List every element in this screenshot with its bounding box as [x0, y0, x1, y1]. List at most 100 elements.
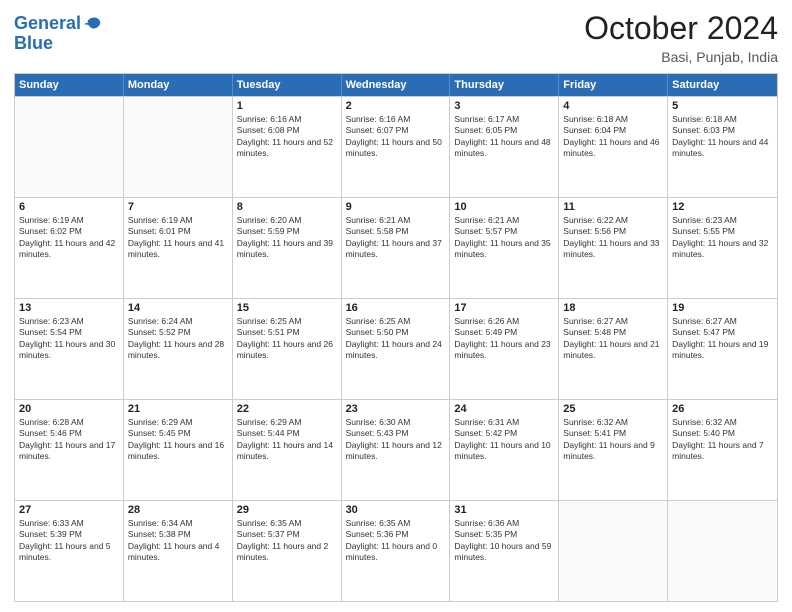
cell-info: Sunrise: 6:18 AM Sunset: 6:04 PM Dayligh…	[563, 114, 663, 160]
day-number: 28	[128, 504, 228, 516]
cal-cell-3-1: 21Sunrise: 6:29 AM Sunset: 5:45 PM Dayli…	[124, 400, 233, 500]
cal-cell-1-4: 10Sunrise: 6:21 AM Sunset: 5:57 PM Dayli…	[450, 198, 559, 298]
cal-cell-3-6: 26Sunrise: 6:32 AM Sunset: 5:40 PM Dayli…	[668, 400, 777, 500]
cal-cell-4-1: 28 Sunrise: 6:34 AM Sunset: 5:38 PM Dayli…	[124, 501, 233, 601]
cell-info: Sunrise: 6:18 AM Sunset: 6:03 PM Dayligh…	[672, 114, 773, 160]
cell-info: Sunrise: 6:23 AM Sunset: 5:55 PM Dayligh…	[672, 215, 773, 261]
day-number: 8	[237, 201, 337, 213]
logo-text2: Blue	[14, 34, 103, 54]
title-block: October 2024 Basi, Punjab, India	[584, 10, 778, 65]
calendar-body: 1 Sunrise: 6:16 AM Sunset: 6:08 PM Daylig…	[15, 96, 777, 601]
day-number: 23	[346, 403, 446, 415]
day-number: 2	[346, 100, 446, 112]
day-number: 18	[563, 302, 663, 314]
day-number: 26	[672, 403, 773, 415]
cell-info: Sunrise: 6:32 AM Sunset: 5:41 PM Dayligh…	[563, 417, 663, 463]
cell-info: Sunrise: 6:23 AM Sunset: 5:54 PM Dayligh…	[19, 316, 119, 362]
day-number: 27	[19, 504, 119, 516]
weekday-sunday: Sunday	[15, 74, 124, 96]
cal-cell-2-0: 13 Sunrise: 6:23 AM Sunset: 5:54 PM Dayli…	[15, 299, 124, 399]
day-number: 24	[454, 403, 554, 415]
cal-cell-1-3: 9Sunrise: 6:21 AM Sunset: 5:58 PM Daylig…	[342, 198, 451, 298]
cell-info: Sunrise: 6:30 AM Sunset: 5:43 PM Dayligh…	[346, 417, 446, 463]
cal-cell-1-5: 11 Sunrise: 6:22 AM Sunset: 5:56 PM Dayli…	[559, 198, 668, 298]
calendar: Sunday Monday Tuesday Wednesday Thursday…	[14, 73, 778, 602]
day-number: 7	[128, 201, 228, 213]
cell-info: Sunrise: 6:31 AM Sunset: 5:42 PM Dayligh…	[454, 417, 554, 463]
cell-info: Sunrise: 6:27 AM Sunset: 5:47 PM Dayligh…	[672, 316, 773, 362]
day-number: 19	[672, 302, 773, 314]
weekday-friday: Friday	[559, 74, 668, 96]
weekday-thursday: Thursday	[450, 74, 559, 96]
cal-cell-3-4: 24 Sunrise: 6:31 AM Sunset: 5:42 PM Dayli…	[450, 400, 559, 500]
cal-cell-1-0: 6 Sunrise: 6:19 AM Sunset: 6:02 PM Daylig…	[15, 198, 124, 298]
logo-text: General	[14, 14, 81, 34]
cal-row-2: 13 Sunrise: 6:23 AM Sunset: 5:54 PM Dayli…	[15, 298, 777, 399]
cal-row-1: 6 Sunrise: 6:19 AM Sunset: 6:02 PM Daylig…	[15, 197, 777, 298]
cal-cell-3-5: 25 Sunrise: 6:32 AM Sunset: 5:41 PM Dayli…	[559, 400, 668, 500]
cal-row-4: 27Sunrise: 6:33 AM Sunset: 5:39 PM Dayli…	[15, 500, 777, 601]
cal-cell-3-2: 22Sunrise: 6:29 AM Sunset: 5:44 PM Dayli…	[233, 400, 342, 500]
cal-cell-4-5	[559, 501, 668, 601]
cal-cell-4-6	[668, 501, 777, 601]
weekday-monday: Monday	[124, 74, 233, 96]
weekday-wednesday: Wednesday	[342, 74, 451, 96]
cell-info: Sunrise: 6:16 AM Sunset: 6:07 PM Dayligh…	[346, 114, 446, 160]
day-number: 17	[454, 302, 554, 314]
cal-cell-2-5: 18 Sunrise: 6:27 AM Sunset: 5:48 PM Dayli…	[559, 299, 668, 399]
cell-info: Sunrise: 6:19 AM Sunset: 6:01 PM Dayligh…	[128, 215, 228, 261]
day-number: 16	[346, 302, 446, 314]
cell-info: Sunrise: 6:17 AM Sunset: 6:05 PM Dayligh…	[454, 114, 554, 160]
cal-cell-0-5: 4Sunrise: 6:18 AM Sunset: 6:04 PM Daylig…	[559, 97, 668, 197]
day-number: 22	[237, 403, 337, 415]
cal-cell-0-4: 3 Sunrise: 6:17 AM Sunset: 6:05 PM Daylig…	[450, 97, 559, 197]
day-number: 3	[454, 100, 554, 112]
cell-info: Sunrise: 6:35 AM Sunset: 5:36 PM Dayligh…	[346, 518, 446, 564]
cal-cell-0-1	[124, 97, 233, 197]
cal-cell-4-4: 31 Sunrise: 6:36 AM Sunset: 5:35 PM Dayli…	[450, 501, 559, 601]
day-number: 20	[19, 403, 119, 415]
cal-cell-4-3: 30 Sunrise: 6:35 AM Sunset: 5:36 PM Dayli…	[342, 501, 451, 601]
day-number: 1	[237, 100, 337, 112]
cal-cell-2-2: 15Sunrise: 6:25 AM Sunset: 5:51 PM Dayli…	[233, 299, 342, 399]
cal-cell-3-0: 20 Sunrise: 6:28 AM Sunset: 5:46 PM Dayli…	[15, 400, 124, 500]
cell-info: Sunrise: 6:36 AM Sunset: 5:35 PM Dayligh…	[454, 518, 554, 564]
cell-info: Sunrise: 6:25 AM Sunset: 5:50 PM Dayligh…	[346, 316, 446, 362]
day-number: 15	[237, 302, 337, 314]
weekday-saturday: Saturday	[668, 74, 777, 96]
cell-info: Sunrise: 6:26 AM Sunset: 5:49 PM Dayligh…	[454, 316, 554, 362]
cal-cell-1-6: 12Sunrise: 6:23 AM Sunset: 5:55 PM Dayli…	[668, 198, 777, 298]
day-number: 31	[454, 504, 554, 516]
cal-cell-0-3: 2 Sunrise: 6:16 AM Sunset: 6:07 PM Daylig…	[342, 97, 451, 197]
cell-info: Sunrise: 6:20 AM Sunset: 5:59 PM Dayligh…	[237, 215, 337, 261]
cal-cell-0-6: 5 Sunrise: 6:18 AM Sunset: 6:03 PM Daylig…	[668, 97, 777, 197]
cal-cell-2-6: 19 Sunrise: 6:27 AM Sunset: 5:47 PM Dayli…	[668, 299, 777, 399]
day-number: 30	[346, 504, 446, 516]
cal-cell-1-1: 7 Sunrise: 6:19 AM Sunset: 6:01 PM Daylig…	[124, 198, 233, 298]
day-number: 6	[19, 201, 119, 213]
cell-info: Sunrise: 6:22 AM Sunset: 5:56 PM Dayligh…	[563, 215, 663, 261]
cal-cell-2-3: 16 Sunrise: 6:25 AM Sunset: 5:50 PM Dayli…	[342, 299, 451, 399]
day-number: 11	[563, 201, 663, 213]
cal-cell-4-2: 29Sunrise: 6:35 AM Sunset: 5:37 PM Dayli…	[233, 501, 342, 601]
day-number: 14	[128, 302, 228, 314]
day-number: 25	[563, 403, 663, 415]
cell-info: Sunrise: 6:21 AM Sunset: 5:57 PM Dayligh…	[454, 215, 554, 261]
cell-info: Sunrise: 6:19 AM Sunset: 6:02 PM Dayligh…	[19, 215, 119, 261]
day-number: 21	[128, 403, 228, 415]
cell-info: Sunrise: 6:34 AM Sunset: 5:38 PM Dayligh…	[128, 518, 228, 564]
header: General Blue October 2024 Basi, Punjab, …	[14, 10, 778, 65]
cal-row-0: 1 Sunrise: 6:16 AM Sunset: 6:08 PM Daylig…	[15, 96, 777, 197]
day-number: 5	[672, 100, 773, 112]
cal-row-3: 20 Sunrise: 6:28 AM Sunset: 5:46 PM Dayli…	[15, 399, 777, 500]
day-number: 29	[237, 504, 337, 516]
cell-info: Sunrise: 6:27 AM Sunset: 5:48 PM Dayligh…	[563, 316, 663, 362]
cal-cell-1-2: 8 Sunrise: 6:20 AM Sunset: 5:59 PM Daylig…	[233, 198, 342, 298]
cell-info: Sunrise: 6:16 AM Sunset: 6:08 PM Dayligh…	[237, 114, 337, 160]
cal-cell-4-0: 27Sunrise: 6:33 AM Sunset: 5:39 PM Dayli…	[15, 501, 124, 601]
cell-info: Sunrise: 6:28 AM Sunset: 5:46 PM Dayligh…	[19, 417, 119, 463]
cal-cell-0-0	[15, 97, 124, 197]
logo: General Blue	[14, 14, 103, 54]
cal-cell-0-2: 1 Sunrise: 6:16 AM Sunset: 6:08 PM Daylig…	[233, 97, 342, 197]
day-number: 13	[19, 302, 119, 314]
